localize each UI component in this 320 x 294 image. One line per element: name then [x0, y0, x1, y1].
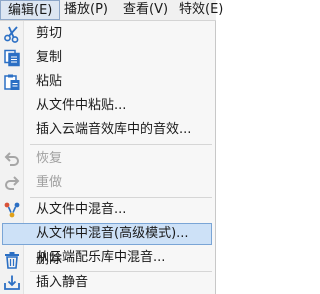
- menu-item-redo[interactable]: 重做: [0, 172, 214, 194]
- insert-silence-icon: [4, 275, 20, 290]
- undo-icon: [4, 152, 19, 166]
- menu-item-mix-from-file[interactable]: 从文件中混音...: [0, 199, 214, 221]
- menu-effects[interactable]: 特效(E): [172, 0, 230, 20]
- menu-item-label: 重做: [36, 175, 63, 190]
- menu-item-delete[interactable]: 删除: [0, 249, 214, 271]
- menu-item-copy[interactable]: 复制: [0, 47, 214, 69]
- menu-item-label: 剪切: [36, 26, 63, 41]
- menu-bar: 编辑(E) 播放(P) 查看(V) 特效(E): [0, 0, 223, 21]
- menu-item-label: 删除: [36, 252, 63, 267]
- menu-item-label: 粘贴: [36, 74, 63, 89]
- menu-item-label: 复制: [36, 50, 63, 65]
- trash-icon: [5, 252, 19, 269]
- menu-item-insert-silence[interactable]: 插入静音: [0, 272, 214, 294]
- mix-icon: [4, 202, 20, 218]
- menu-item-label: 恢复: [36, 151, 63, 166]
- menu-item-cut[interactable]: 剪切: [0, 23, 214, 45]
- menu-view[interactable]: 查看(V): [116, 0, 175, 20]
- paste-icon: [4, 74, 20, 90]
- scissors-icon: [4, 26, 19, 43]
- menu-separator: [30, 197, 212, 198]
- menu-item-undo[interactable]: 恢复: [0, 148, 214, 170]
- menu-item-mix-from-file-advanced[interactable]: 从文件中混音(高级模式)...: [2, 223, 212, 245]
- menu-item-label: 插入云端音效库中的音效...: [36, 122, 192, 137]
- menu-edit[interactable]: 编辑(E): [0, 0, 61, 20]
- menu-item-label: 从文件中混音...: [36, 202, 127, 217]
- menu-item-label: 插入静音: [36, 275, 89, 290]
- menu-item-insert-cloud-sfx[interactable]: 插入云端音效库中的音效...: [0, 119, 214, 141]
- menu-item-label: 从文件中混音(高级模式)...: [36, 226, 189, 241]
- menu-item-paste[interactable]: 粘贴: [0, 71, 214, 93]
- menu-separator: [30, 144, 212, 145]
- menu-item-label: 从文件中粘贴...: [36, 98, 127, 113]
- redo-icon: [5, 176, 20, 190]
- menu-play[interactable]: 播放(P): [57, 0, 115, 20]
- copy-icon: [4, 49, 20, 67]
- menu-item-paste-from-file[interactable]: 从文件中粘贴...: [0, 95, 214, 117]
